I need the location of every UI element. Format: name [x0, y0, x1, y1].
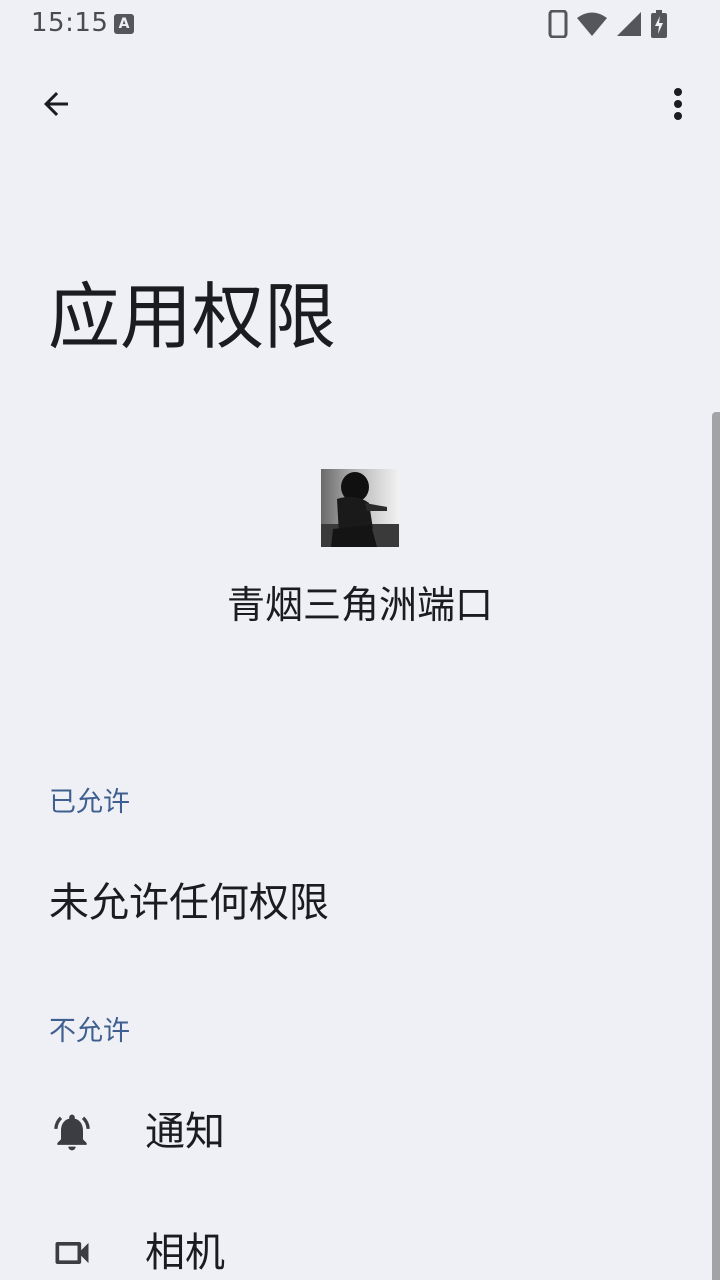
- app-name: 青烟三角洲端口: [226, 583, 493, 627]
- status-icons: [548, 9, 668, 39]
- permission-label: 通知: [145, 1109, 225, 1155]
- scrollbar[interactable]: [712, 412, 720, 1280]
- app-photo-icon: [321, 469, 399, 547]
- signal-icon: [616, 11, 642, 37]
- allowed-section-header: 已允许: [49, 787, 130, 818]
- permission-item-notifications[interactable]: 通知: [0, 1077, 712, 1187]
- more-vert-icon: [674, 88, 682, 120]
- status-time: 15:15: [31, 8, 109, 38]
- toolbar: [0, 60, 720, 148]
- denied-section-header: 不允许: [49, 1016, 130, 1047]
- back-arrow-icon: [44, 92, 68, 116]
- wifi-icon: [576, 11, 608, 37]
- a-letter-icon: A: [114, 14, 134, 34]
- phone-icon: [548, 10, 568, 38]
- permission-item-camera[interactable]: 相机: [0, 1198, 712, 1280]
- page-title: 应用权限: [48, 275, 337, 359]
- battery-charging-icon: [650, 10, 668, 38]
- bell-icon: [50, 1110, 94, 1154]
- back-button[interactable]: [28, 76, 84, 132]
- status-bar: 15:15 A: [0, 0, 720, 48]
- permission-label: 相机: [145, 1230, 225, 1276]
- app-permissions-screen: 15:15 A 应用权限 青烟三角洲端口 已允许 未允许任何权限 不允许 通知 …: [0, 0, 720, 1280]
- no-permissions-allowed-text: 未允许任何权限: [49, 880, 329, 926]
- more-options-button[interactable]: [654, 76, 702, 132]
- camera-icon: [50, 1231, 94, 1275]
